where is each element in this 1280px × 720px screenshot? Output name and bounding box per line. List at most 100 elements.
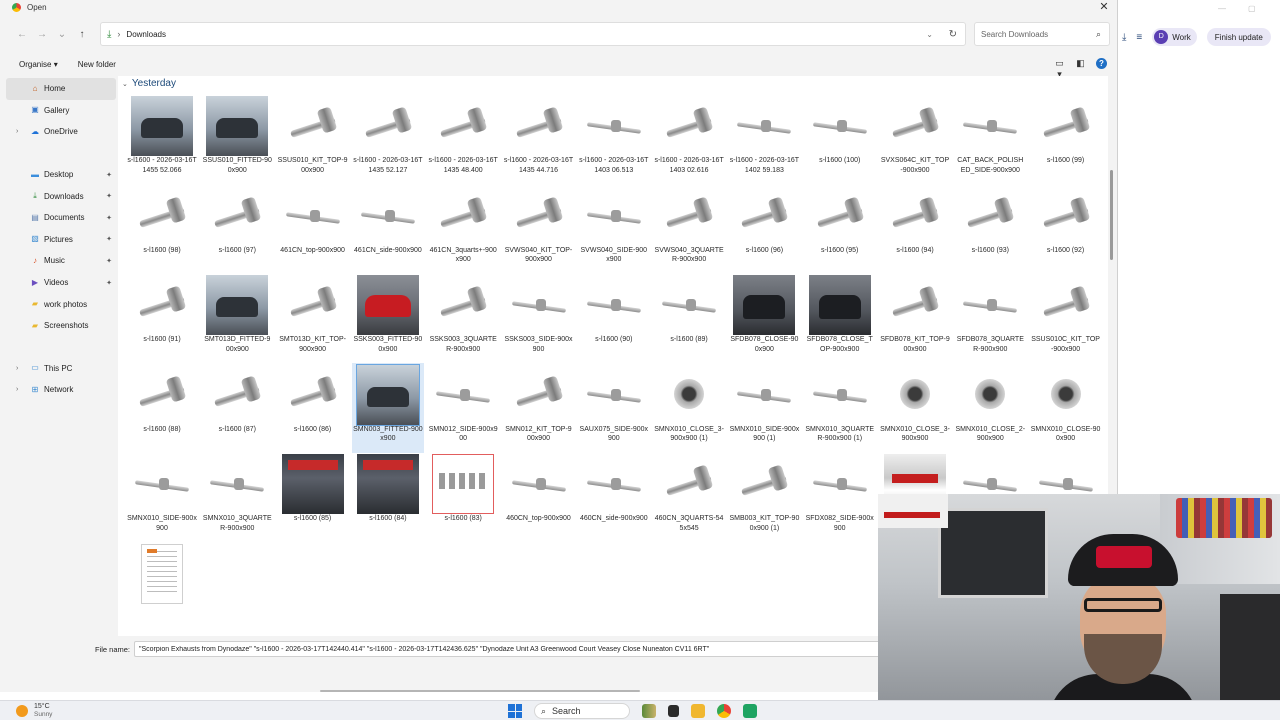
weather-widget[interactable]: 15°C Sunny — [16, 703, 52, 718]
file-item[interactable]: 461CN_side-900x900 — [352, 184, 424, 274]
file-item[interactable]: SMNX010_3QUARTER-900x900 — [201, 452, 273, 542]
file-item[interactable]: s-l1600 (90) — [578, 273, 650, 363]
file-item[interactable]: SMB003_KIT_TOP-900x900 (1) — [728, 452, 800, 542]
file-item[interactable]: SAUX075_SIDE-900x900 — [578, 363, 650, 453]
recent-dropdown-icon[interactable]: ⌄ — [52, 29, 72, 40]
file-item[interactable]: SVWS040_3QUARTER-900x900 — [653, 184, 725, 274]
file-item[interactable]: SSKS003_3QUARTER-900x900 — [427, 273, 499, 363]
file-item[interactable]: s-l1600 (84) — [352, 452, 424, 542]
file-item[interactable]: SSUS010_FITTED-900x900 — [201, 94, 273, 184]
file-item[interactable]: s-l1600 - 2026-03-16T1435 48.400 — [427, 94, 499, 184]
file-item[interactable]: s-l1600 (99) — [1030, 94, 1102, 184]
sidebar-item-gallery[interactable]: ▣ Gallery — [6, 100, 116, 122]
file-item[interactable]: s-l1600 (97) — [201, 184, 273, 274]
search-box[interactable]: ⌕ — [974, 22, 1110, 46]
breadcrumb-downloads[interactable]: Downloads — [126, 30, 166, 39]
group-header[interactable]: ⌄ Yesterday — [122, 78, 176, 89]
sidebar-item-home[interactable]: ⌂ Home — [6, 78, 116, 100]
forward-icon[interactable]: → — [32, 29, 52, 40]
file-item[interactable]: s-l1600 (98) — [126, 184, 198, 274]
file-item[interactable]: s-l1600 (92) — [1030, 184, 1102, 274]
up-icon[interactable]: ↑ — [72, 29, 92, 40]
sidebar-item-work-photos[interactable]: ▰ work photos — [6, 293, 116, 315]
file-item[interactable]: s-l1600 - 2026-03-16T1403 02.616 — [653, 94, 725, 184]
file-item[interactable]: CAT_BACK_POLISHED_SIDE-900x900 — [954, 94, 1026, 184]
start-icon[interactable] — [508, 704, 522, 718]
file-item[interactable]: s-l1600 (93) — [954, 184, 1026, 274]
file-item[interactable]: SFDX082_SIDE-900x900 — [804, 452, 876, 542]
close-button[interactable]: ✕ — [1097, 0, 1111, 14]
sidebar-item-network[interactable]: › ⊞ Network — [6, 379, 116, 401]
file-item[interactable]: 460CN_top-900x900 — [503, 452, 575, 542]
chevron-right-icon[interactable]: › — [117, 29, 120, 39]
file-item[interactable]: SMNX010_CLOSE-900x900 — [1030, 363, 1102, 453]
file-item[interactable]: SSKS003_FITTED-900x900 — [352, 273, 424, 363]
file-item[interactable]: SMNX010_CLOSE_3-900x900 — [879, 363, 951, 453]
file-item[interactable]: SMNX010_SIDE-900x900 — [126, 452, 198, 542]
file-item[interactable]: s-l1600 (83) — [427, 452, 499, 542]
file-item[interactable]: SMN012_KIT_TOP-900x900 — [503, 363, 575, 453]
file-item[interactable]: SFDB078_KIT_TOP-900x900 — [879, 273, 951, 363]
sidebar-item-downloads[interactable]: ⤓ Downloads ✦ — [6, 185, 116, 207]
file-item[interactable]: SSKS003_SIDE-900x900 — [503, 273, 575, 363]
file-item[interactable]: SVWS040_SIDE-900x900 — [578, 184, 650, 274]
file-item[interactable]: SVWS040_KIT_TOP-900x900 — [503, 184, 575, 274]
help-icon[interactable]: ? — [1096, 58, 1107, 69]
app-icon[interactable] — [743, 704, 757, 718]
taskbar-search[interactable]: ⌕ Search — [534, 703, 630, 719]
chevron-right-icon[interactable]: › — [16, 128, 18, 135]
sidebar-item-videos[interactable]: ▶ Videos ✦ — [6, 272, 116, 294]
file-item[interactable]: SMT013D_FITTED-900x900 — [201, 273, 273, 363]
refresh-icon[interactable]: ↻ — [949, 29, 957, 40]
file-item[interactable]: s-l1600 (95) — [804, 184, 876, 274]
file-item[interactable]: s-l1600 - 2026-03-16T1402 59.183 — [728, 94, 800, 184]
file-item[interactable]: SFDB078_3QUARTER-900x900 — [954, 273, 1026, 363]
new-folder-button[interactable]: New folder — [78, 60, 116, 69]
sidebar-item-onedrive[interactable]: › ☁ OneDrive — [6, 121, 116, 143]
file-item[interactable]: SMN003_FITTED-900x900 — [351, 362, 424, 453]
file-item[interactable]: s-l1600 - 2026-03-16T1455 52.066 — [126, 94, 198, 184]
download-icon[interactable]: ⤓ — [1122, 32, 1126, 43]
file-item[interactable]: SMNX010_CLOSE_3-900x900 (1) — [653, 363, 725, 453]
file-item[interactable]: 461CN_top-900x900 — [277, 184, 349, 274]
file-item[interactable]: SFDB078_CLOSE_TOP-900x900 — [804, 273, 876, 363]
sidebar-item-documents[interactable]: ▤ Documents ✦ — [6, 207, 116, 229]
chevron-right-icon[interactable]: › — [16, 386, 18, 393]
sidebar-item-this-pc[interactable]: › ▭ This PC — [6, 358, 116, 380]
back-icon[interactable]: ← — [12, 29, 32, 40]
file-item[interactable]: s-l1600 (94) — [879, 184, 951, 274]
file-item[interactable] — [126, 542, 198, 632]
task-view-icon[interactable] — [668, 705, 679, 717]
file-item[interactable]: 461CN_3quarts+-900x900 — [427, 184, 499, 274]
file-item[interactable]: s-l1600 - 2026-03-16T1435 52.127 — [352, 94, 424, 184]
maximize-icon[interactable]: ▢ — [1248, 4, 1256, 13]
file-item[interactable]: SMN012_SIDE-900x900 — [427, 363, 499, 453]
profile-button[interactable]: D Work — [1152, 28, 1197, 46]
widgets-icon[interactable] — [642, 704, 656, 718]
search-icon[interactable]: ⌕ — [1096, 29, 1101, 40]
change-view-icon[interactable]: ▭ ▾ — [1054, 58, 1065, 79]
file-item[interactable]: s-l1600 (87) — [201, 363, 273, 453]
reading-list-icon[interactable]: ≡ — [1136, 32, 1142, 43]
address-bar[interactable]: ⤓ › Downloads ⌄ ↻ — [100, 22, 966, 46]
file-item[interactable]: s-l1600 (91) — [126, 273, 198, 363]
file-item[interactable]: s-l1600 - 2026-03-16T1435 44.716 — [503, 94, 575, 184]
file-item[interactable]: s-l1600 (85) — [277, 452, 349, 542]
sidebar-item-screenshots[interactable]: ▰ Screenshots — [6, 315, 116, 337]
file-item[interactable]: s-l1600 (86) — [277, 363, 349, 453]
file-explorer-icon[interactable] — [691, 704, 705, 718]
file-item[interactable]: s-l1600 (88) — [126, 363, 198, 453]
sidebar-item-desktop[interactable]: ▬ Desktop ✦ — [6, 164, 116, 186]
horizontal-scrollbar[interactable] — [320, 690, 640, 692]
file-item[interactable]: 460CN_3QUARTS-545x545 — [653, 452, 725, 542]
organise-button[interactable]: Organise ▾ — [19, 60, 58, 69]
sidebar-item-pictures[interactable]: ▧ Pictures ✦ — [6, 229, 116, 251]
file-item[interactable]: SFDB078_CLOSE-900x900 — [728, 273, 800, 363]
sidebar-item-music[interactable]: ♪ Music ✦ — [6, 250, 116, 272]
minimize-icon[interactable]: — — [1218, 4, 1226, 13]
finish-update-button[interactable]: Finish update — [1206, 28, 1271, 46]
chevron-right-icon[interactable]: › — [16, 365, 18, 372]
file-item[interactable]: SSUS010_KIT_TOP-900x900 — [277, 94, 349, 184]
file-item[interactable]: 460CN_side-900x900 — [578, 452, 650, 542]
file-item[interactable]: SVXS064C_KIT_TOP-900x900 — [879, 94, 951, 184]
